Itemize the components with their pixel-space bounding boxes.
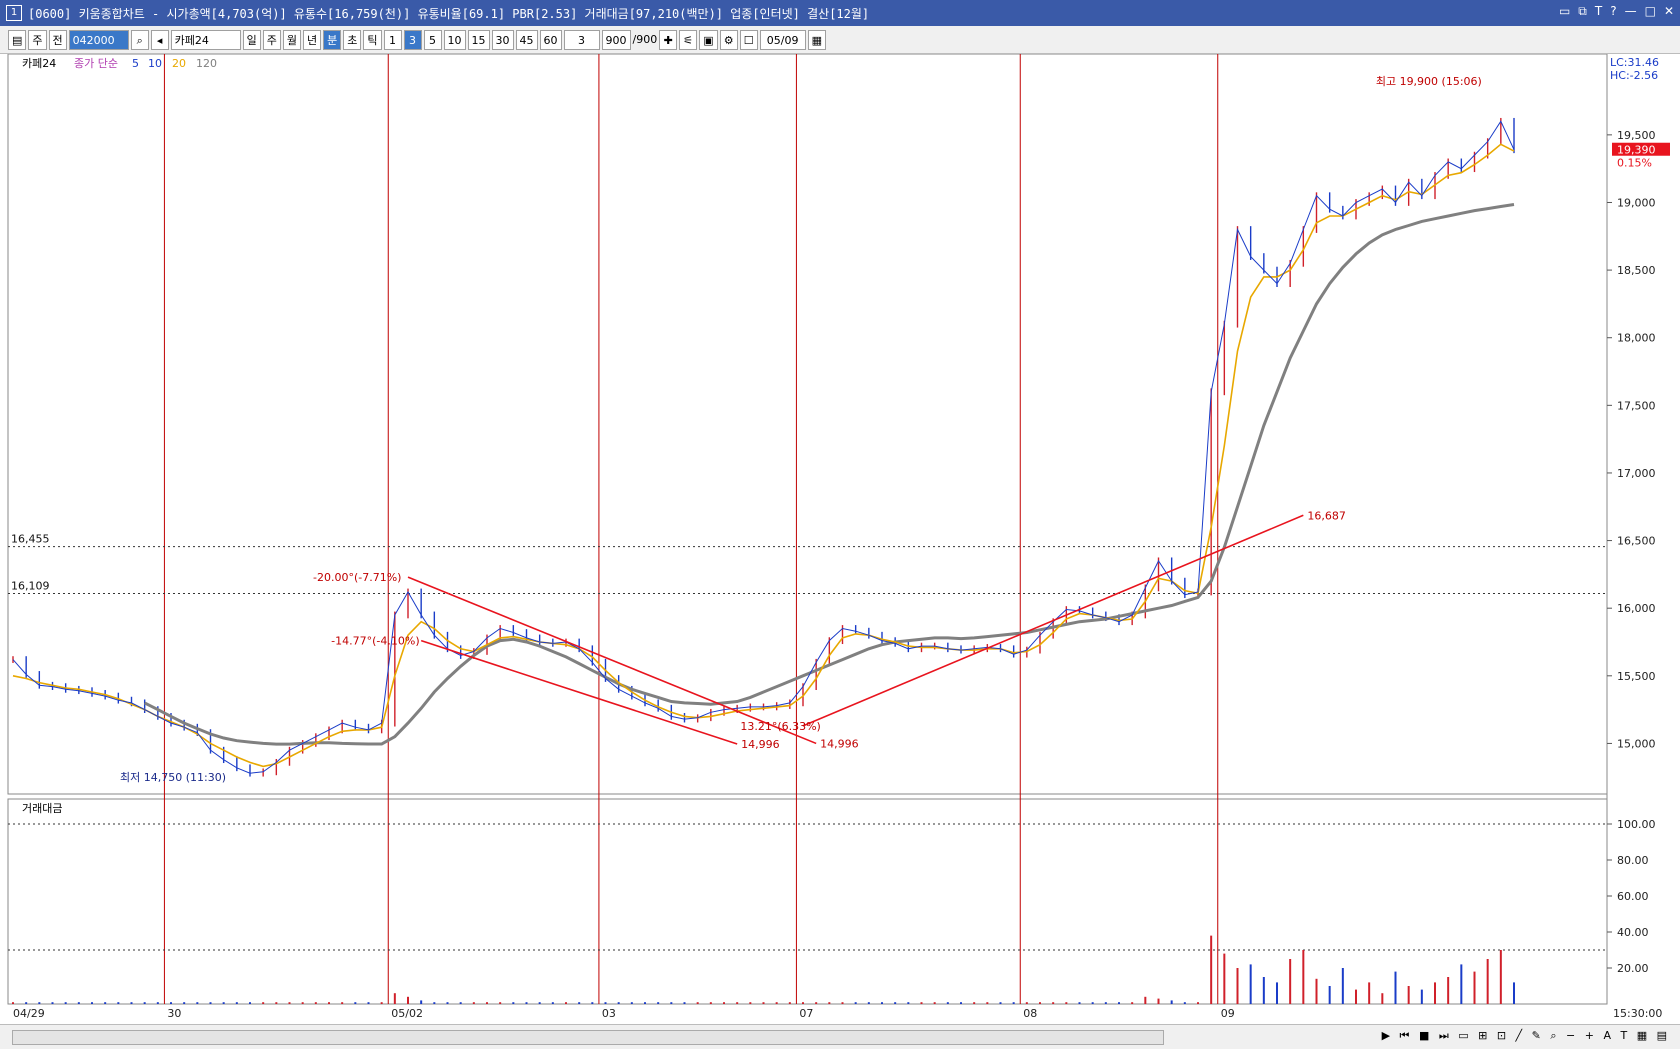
x-tick-label: 07 [799,1007,813,1020]
count-input[interactable]: 900 [601,29,631,50]
legend-ma-period: 5 [132,57,139,70]
chart-tool-icons[interactable]: ▶ ⏮ ■ ⏭ ▭ ⊞ ⊡ ╱ ✎ ⌕ − + A T ▦ ▤ [1382,1029,1670,1043]
volume-y-tick-label: 40.00 [1617,926,1649,939]
period-year-button[interactable]: 년 [303,29,322,50]
interval-10-button[interactable]: 10 [443,29,466,50]
value-label-2: 14,996 [820,737,859,750]
ma20-line [12,143,1515,768]
period-day-button[interactable]: 일 [242,29,261,50]
x-tick-label: 09 [1221,1007,1235,1020]
legend-stock-name: 카페24 [22,57,56,70]
price-y-tick-label: 15,000 [1617,737,1656,750]
interval-15-button[interactable]: 15 [467,29,490,50]
angle-annotation-1: -20.00°(-7.71%) [313,571,401,584]
high-annotation: 최고 19,900 (15:06) [1376,75,1482,88]
price-y-tick-label: 16,000 [1617,602,1656,615]
speaker-icon[interactable]: ◂ [150,29,169,50]
price-chart: 04/29 30 05/02 03 07 08 09 15:30:00 19,500 19,000… [7,53,1670,1020]
low-annotation: 최저 14,750 (11:30) [120,771,226,784]
hc-label: HC:-2.56 [1610,69,1658,82]
stock-name-field[interactable]: 카페24 [170,29,241,50]
maximize-icon[interactable]: □ [1645,4,1656,19]
toolbar: ▤ 주 전 042000 ⌕ ◂ 카페24 일 주 월 년 분 초 틱 1 3 … [0,26,1680,54]
legend-ma-period: 20 [172,57,186,70]
legend-ma-period: 120 [196,57,217,70]
legend-ma-type: 종가 단순 [74,57,118,70]
interval-5-button[interactable]: 5 [423,29,442,50]
legend-ma-period: 10 [148,57,162,70]
count-total: /900 [632,33,658,46]
market-select[interactable]: 주 [28,29,47,50]
settings-icon[interactable]: ⚙ [719,29,738,50]
interval-60-button[interactable]: 60 [539,29,562,50]
interval-30-button[interactable]: 30 [491,29,514,50]
x-tick-label: 08 [1023,1007,1037,1020]
price-panel-frame [7,53,1608,795]
ma5-line [12,120,1515,774]
price-y-tick-label: 16,500 [1617,535,1656,548]
tools-icon[interactable]: ⚟ [679,29,698,50]
minimize-icon[interactable]: — [1625,4,1637,19]
angle-annotation-3: 13.21°(6.33%) [740,720,821,733]
close-icon[interactable]: ✕ [1664,4,1674,19]
interval-1-button[interactable]: 1 [383,29,402,50]
date-checkbox[interactable]: ☐ [739,29,758,50]
scope-select[interactable]: 전 [48,29,67,50]
price-y-tick-label: 17,500 [1617,399,1656,412]
volume-y-tick-label: 20.00 [1617,962,1649,975]
period-minute-button[interactable]: 분 [323,29,342,50]
period-month-button[interactable]: 월 [282,29,302,50]
value-label-3: 16,687 [1307,509,1346,522]
stock-code-input[interactable]: 042000 [68,29,129,50]
volume-y-tick-label: 60.00 [1617,890,1649,903]
price-y-tick-label: 17,000 [1617,467,1656,480]
interval-45-button[interactable]: 45 [515,29,538,50]
period-week-button[interactable]: 주 [262,29,281,50]
price-y-tick-label: 19,500 [1617,129,1656,142]
chart-area: 04/29 30 05/02 03 07 08 09 15:30:00 19,500 19,000… [0,53,1680,1032]
save-icon[interactable]: ▣ [699,29,718,50]
crosshair-icon[interactable]: ✚ [659,29,678,50]
date-input[interactable]: 05/09 [759,29,806,50]
reference-line-label: 16,109 [11,579,50,592]
x-tick-label: 30 [167,1007,181,1020]
lc-label: LC:31.46 [1610,56,1659,69]
title-bar: 1 [0600] 키움종합차트 - 시가총액[4,703(억)] 유통수[16,… [0,0,1680,26]
x-tick-label: 05/02 [391,1007,423,1020]
price-y-tick-label: 18,500 [1617,264,1656,277]
time-label: 15:30:00 [1613,1007,1662,1020]
minimize-small-icon[interactable]: ▭ [1559,4,1570,19]
status-bar: ▶ ⏮ ■ ⏭ ▭ ⊞ ⊡ ╱ ✎ ⌕ − + A T ▦ ▤ [0,1024,1680,1049]
interval-custom-select[interactable]: 3 [563,29,600,50]
calendar-icon[interactable]: ▦ [807,29,827,50]
layout-icon[interactable]: ▤ [8,29,27,50]
price-y-tick-label: 15,500 [1617,670,1656,683]
reference-line-label: 16,455 [11,533,50,546]
search-icon[interactable]: ⌕ [130,29,149,50]
angle-annotation-2: -14.77°(-4.10%) [331,635,419,648]
current-change-label: 0.15% [1617,157,1652,170]
volume-panel-label: 거래대금 [22,802,62,815]
volume-y-tick-label: 80.00 [1617,854,1649,867]
price-y-tick-label: 19,000 [1617,196,1656,209]
help-icon[interactable]: ? [1610,4,1616,19]
app-icon: 1 [6,5,22,21]
restore-icon[interactable]: ⧉ [1578,4,1587,19]
volume-y-tick-label: 100.00 [1617,818,1656,831]
x-tick-label: 03 [602,1007,616,1020]
x-tick-label: 04/29 [13,1007,45,1020]
period-tick-button[interactable]: 틱 [363,29,382,50]
window-buttons: ▭ ⧉ T ? — □ ✕ [1559,4,1674,19]
volume-panel-frame [7,798,1608,1005]
price-y-tick-label: 18,000 [1617,332,1656,345]
value-label-1: 14,996 [741,738,780,751]
horizontal-scrollbar[interactable] [12,1030,1164,1045]
font-icon[interactable]: T [1595,4,1602,19]
period-second-button[interactable]: 초 [343,29,362,50]
interval-3-button[interactable]: 3 [403,29,422,50]
window-title: [0600] 키움종합차트 - 시가총액[4,703(억)] 유통수[16,75… [28,6,870,21]
current-price-label: 19,390 [1617,144,1656,157]
